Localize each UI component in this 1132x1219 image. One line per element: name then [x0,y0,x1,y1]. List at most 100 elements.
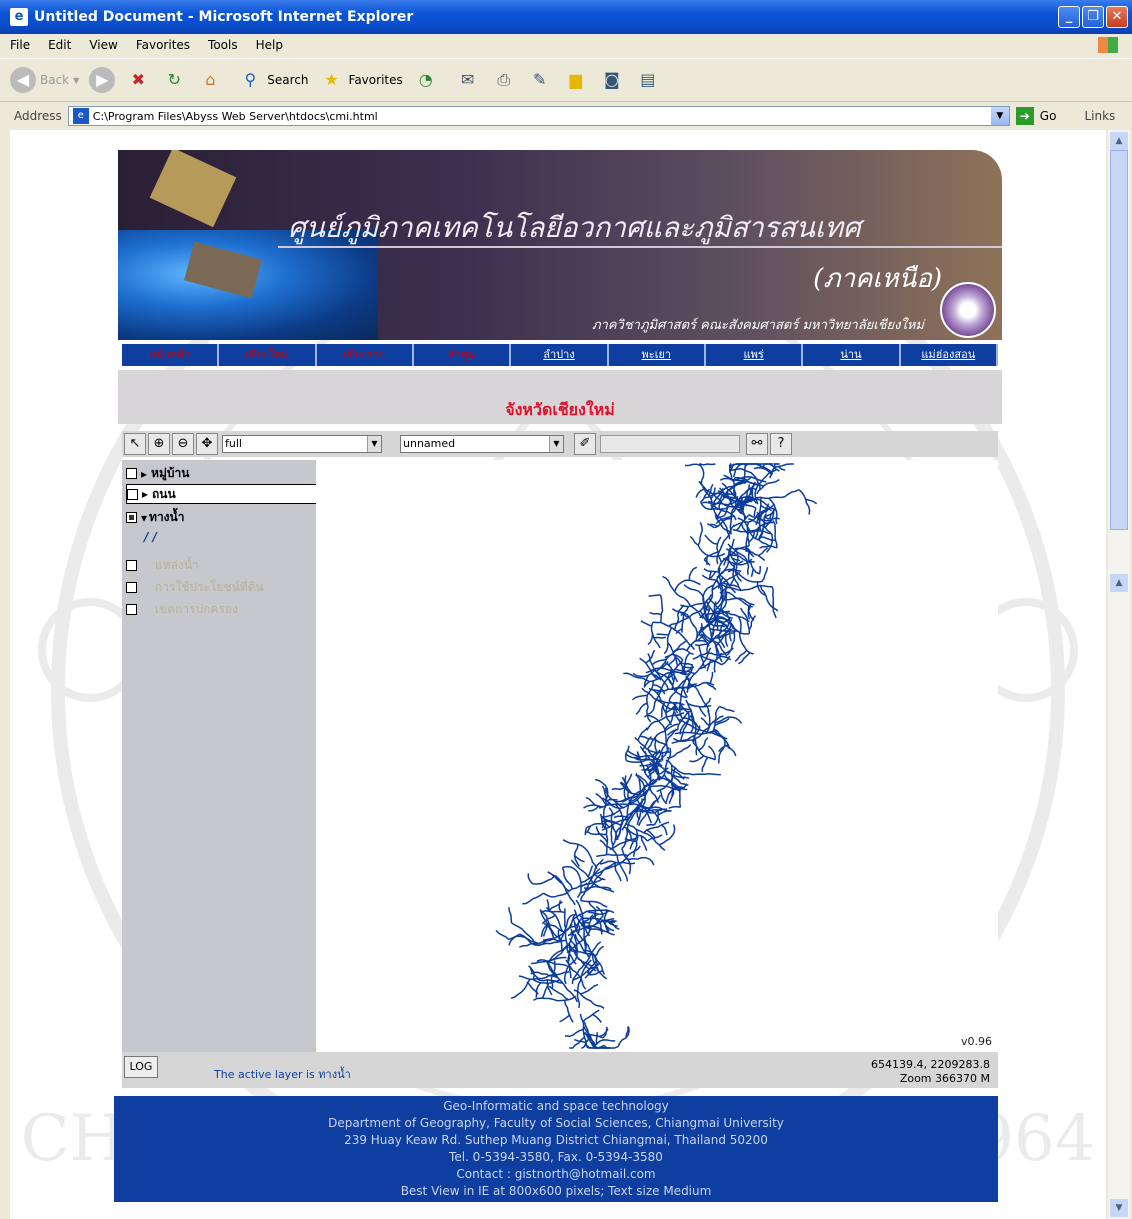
river-segment [689,755,705,763]
river-segment [738,652,751,665]
version-label: v0.96 [960,1035,992,1048]
messenger-button[interactable]: ◙ [599,67,625,93]
map-view[interactable]: v0.96 [316,460,998,1052]
menu-view[interactable]: View [89,38,117,52]
river-segment [585,796,596,806]
layer-item-villages[interactable]: ▸ หมู่บ้าน [126,464,189,483]
menu-help[interactable]: Help [256,38,283,52]
layer-panel: ▸ หมู่บ้าน ▸ ถนน ▾ ทางน้ำ / / แหล่งน้ำ ก… [122,460,320,1052]
zoom-out-icon[interactable]: ⊖ [172,433,194,455]
checkbox[interactable] [127,488,138,500]
checkbox[interactable] [126,604,137,615]
river-segment [587,901,597,911]
maximize-button[interactable]: ❐ [1082,6,1104,28]
forward-button[interactable]: ▶ [89,67,116,93]
river-segment [732,463,743,478]
vertical-scrollbar[interactable]: ▲ ▲ ▼ [1108,130,1130,1219]
river-segment [713,660,716,673]
river-segment [698,706,707,718]
scroll-up-icon[interactable]: ▲ [1110,574,1128,592]
nav-lamphun[interactable]: ลำพูน [414,344,512,366]
river-segment [695,488,705,498]
layer-item-roads[interactable]: ▸ ถนน [126,484,320,504]
menu-file[interactable]: File [10,38,30,52]
layer-item-landuse[interactable]: การใช้ประโยชน์ที่ดิน [126,578,264,597]
scroll-down-icon[interactable]: ▼ [1110,1199,1128,1217]
help-icon[interactable]: ? [770,433,792,455]
scroll-thumb[interactable] [1110,150,1128,530]
search-button[interactable]: ⚲ Search [237,67,308,93]
menu-edit[interactable]: Edit [48,38,71,52]
view-select[interactable]: unnamed ▼ [400,435,564,453]
refresh-button[interactable]: ↻ [161,67,187,93]
river-segment [772,520,778,549]
menu-tools[interactable]: Tools [208,38,238,52]
layer-item-admin[interactable]: เขตการปกครอง [126,600,238,619]
address-value: C:\Program Files\Abyss Web Server\htdocs… [92,109,378,123]
page-viewport: CHIANG MAI UNIVERSITY 1964 ศูนย์ภูมิภาคเ… [10,130,1106,1219]
address-bar: Address e C:\Program Files\Abyss Web Ser… [0,104,1132,128]
river-segment [737,616,742,633]
log-button[interactable]: LOG [124,1056,158,1078]
home-button[interactable]: ⌂ [197,67,223,93]
back-button[interactable]: ◀ Back ▼ [10,67,79,93]
river-segment [738,505,742,514]
forward-arrow-icon: ▶ [89,67,116,93]
checkbox[interactable] [126,560,137,571]
zoom-in-icon[interactable]: ⊕ [148,433,170,455]
research-icon: ▤ [640,70,656,89]
layer-item-waterways[interactable]: ▾ ทางน้ำ [126,508,184,527]
edit-button[interactable]: ✎ [527,67,553,93]
river-segment [805,498,818,505]
river-segment [698,737,709,751]
river-segment [510,978,531,1000]
nav-chiangmai[interactable]: เชียงใหม่ [219,344,317,366]
stop-icon: ✖ [131,70,145,89]
checkbox-checked[interactable] [126,512,137,523]
query-input[interactable] [600,435,740,453]
mail-button[interactable]: ✉ [455,67,481,93]
nav-nan[interactable]: น่าน [803,344,901,366]
address-dropdown-icon[interactable]: ▼ [990,107,1009,125]
river-segment [734,649,748,662]
menu-favorites[interactable]: Favorites [136,38,190,52]
pointer-tool-icon[interactable]: ↖ [124,433,146,455]
links-button[interactable]: Links [1084,109,1115,123]
minimize-button[interactable]: _ [1058,6,1080,28]
research-button[interactable]: ▤ [635,67,661,93]
folder-icon: ▆ [569,70,582,89]
binoculars-icon[interactable]: ⚯ [746,433,768,455]
river-segment [649,611,662,616]
scale-select[interactable]: full ▼ [222,435,382,453]
checkbox[interactable] [126,582,137,593]
coordinate-readout: 654139.4, 2209283.8 Zoom 366370 M [871,1058,990,1085]
print-icon: ⎙ [497,70,511,89]
river-segment [667,656,677,667]
stop-button[interactable]: ✖ [125,67,151,93]
river-segment [567,925,576,930]
nav-maehongson[interactable]: แม่ฮ่องสอน [901,344,998,366]
nav-chiangrai[interactable]: เชียงราย [317,344,414,366]
nav-phrae[interactable]: แพร่ [706,344,804,366]
nav-home[interactable]: หน้าหลัก [122,344,220,366]
river-segment [771,586,777,619]
history-button[interactable]: ◔ [413,67,439,93]
pan-icon[interactable]: ✥ [196,433,218,455]
river-segment [547,871,576,906]
layer-item-waterbodies[interactable]: แหล่งน้ำ [126,556,199,575]
folder-button[interactable]: ▆ [563,67,589,93]
address-input[interactable]: e C:\Program Files\Abyss Web Server\htdo… [67,106,1010,126]
window-title: Untitled Document - Microsoft Internet E… [34,9,414,25]
river-segment [697,521,704,546]
print-button[interactable]: ⎙ [491,67,517,93]
nav-lampang[interactable]: ลำปาง [511,344,609,366]
nav-phayao[interactable]: พะเยา [609,344,706,366]
scroll-up-icon[interactable]: ▲ [1110,132,1128,150]
favorites-button[interactable]: ★ Favorites [319,67,402,93]
close-button[interactable]: ✕ [1106,6,1128,28]
tag-icon[interactable]: ✐ [574,433,596,455]
checkbox[interactable] [126,468,137,479]
go-button[interactable]: ➔ Go [1015,107,1056,125]
river-segment [750,568,755,577]
province-nav: หน้าหลัก เชียงใหม่ เชียงราย ลำพูน ลำปาง … [122,344,998,366]
